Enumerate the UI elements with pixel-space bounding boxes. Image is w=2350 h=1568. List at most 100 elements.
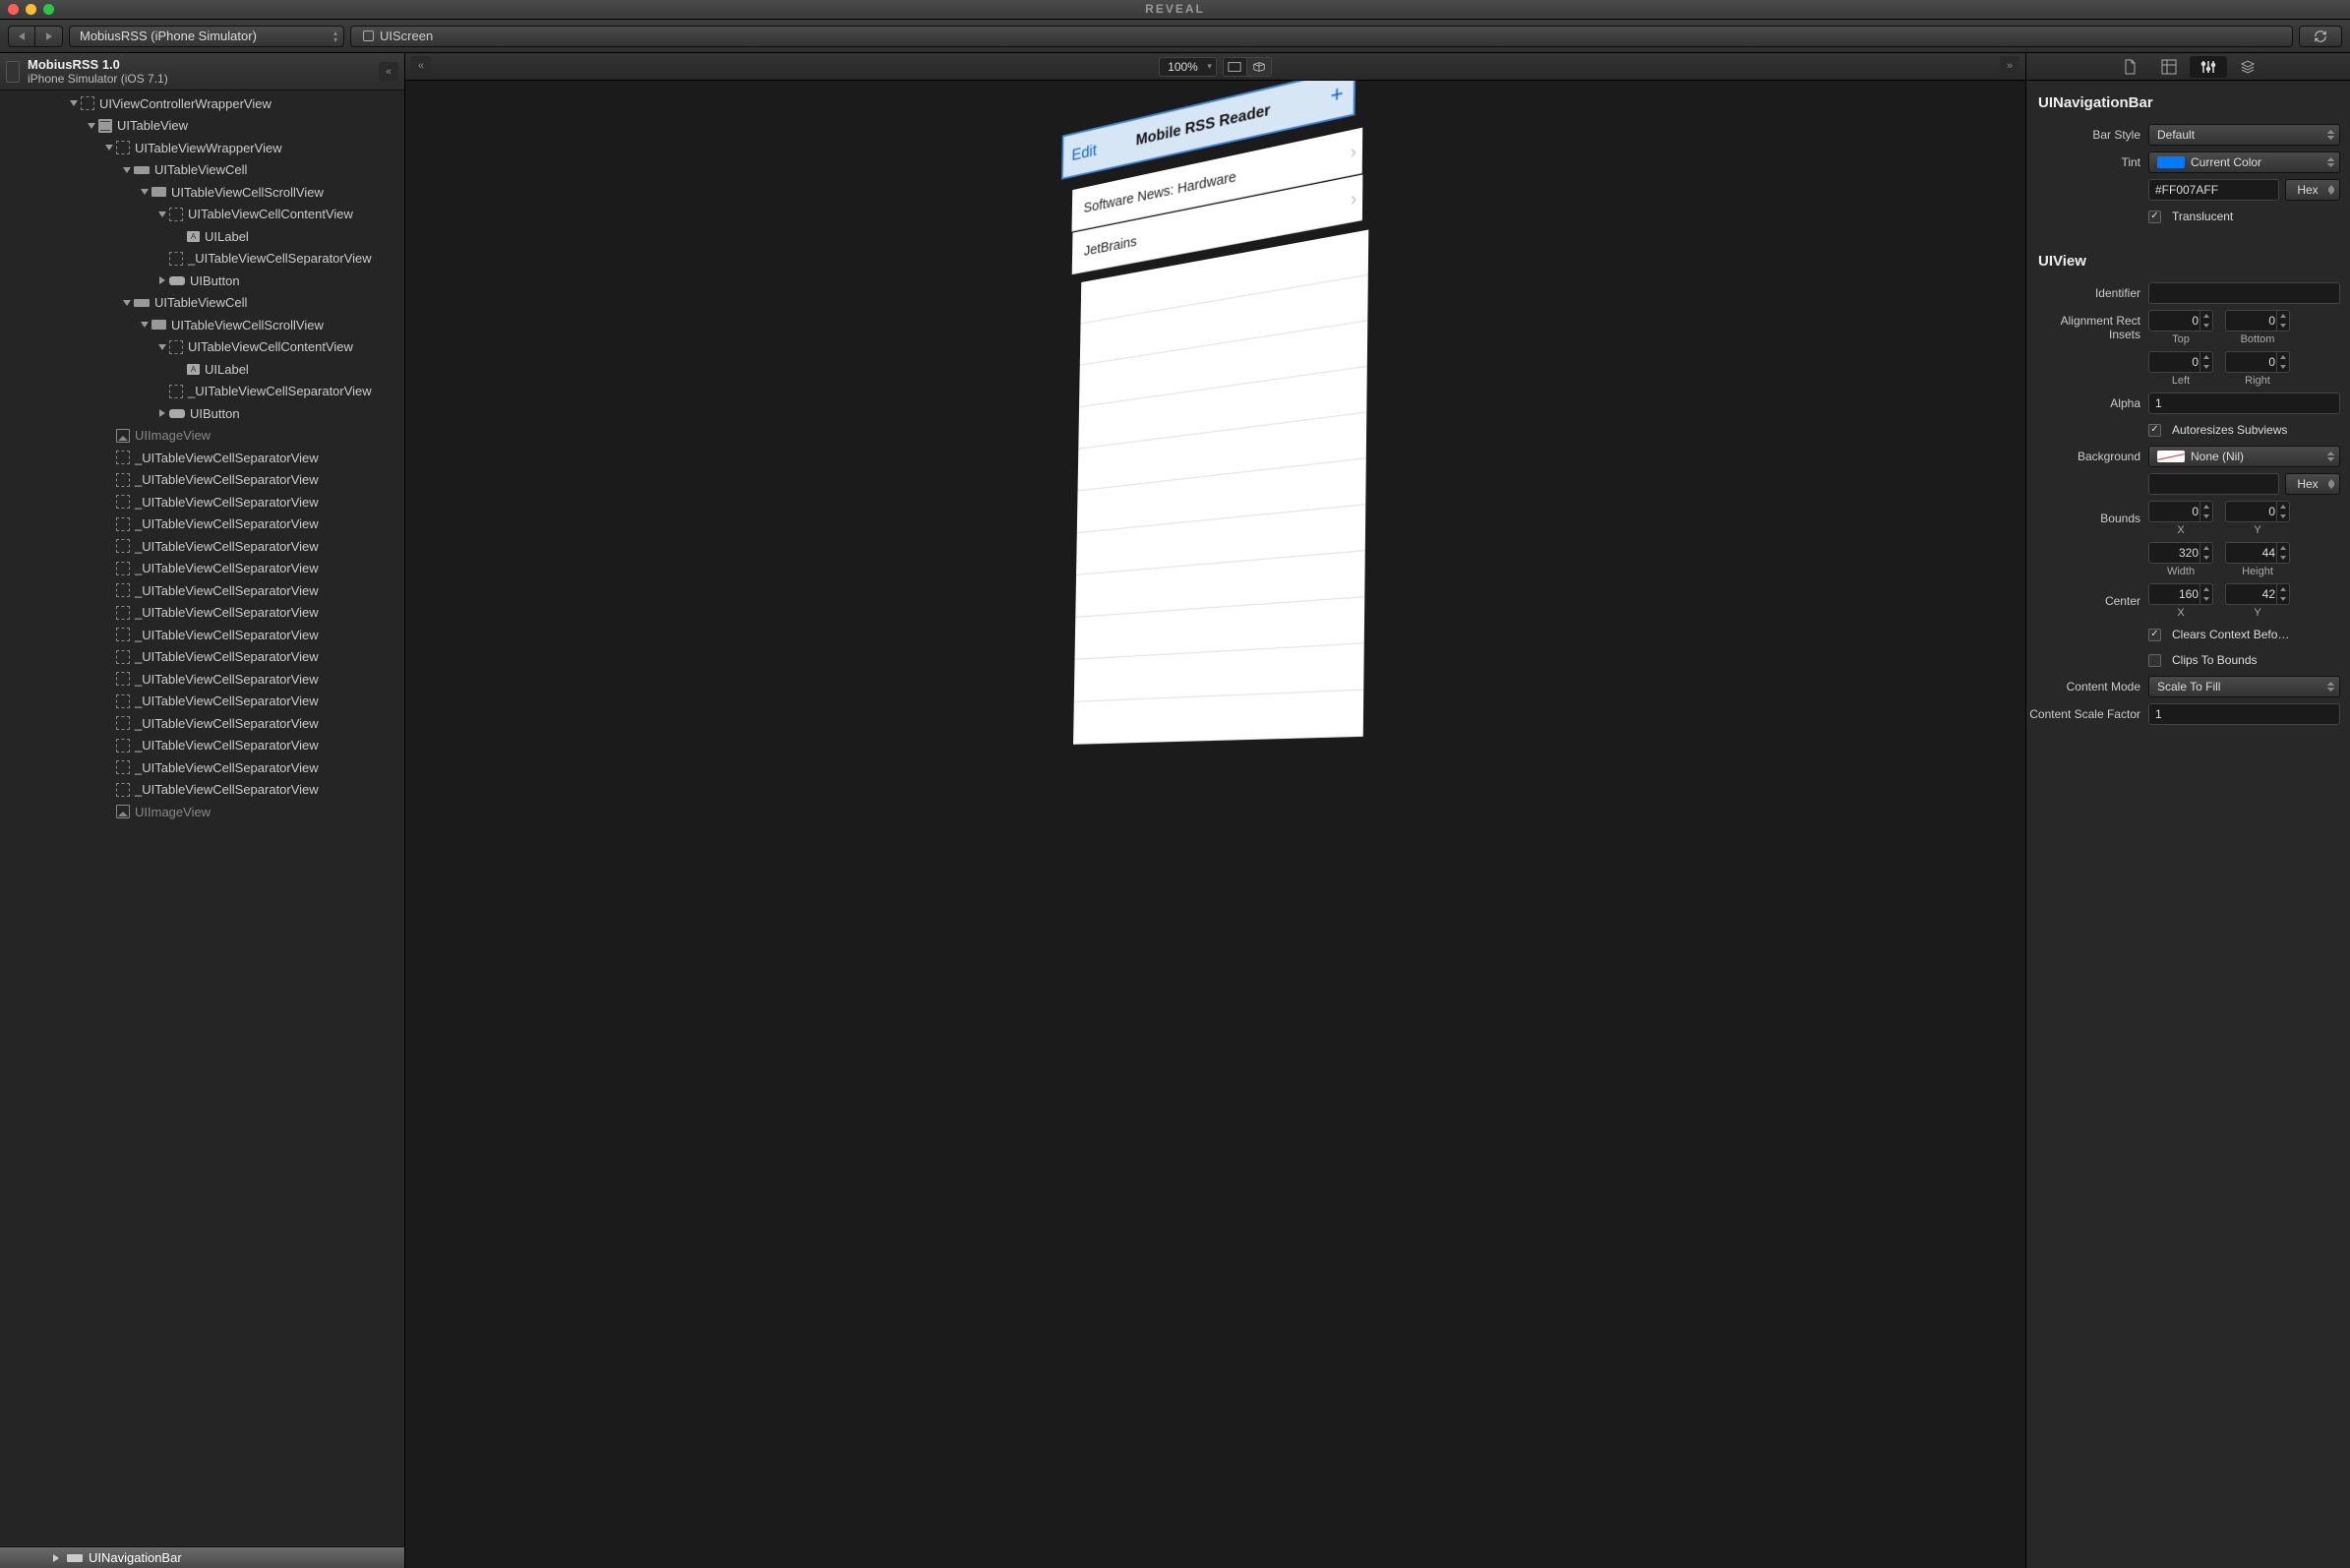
view-3d-button[interactable] <box>1247 58 1271 76</box>
tree-row[interactable]: UITableViewCellContentView <box>0 336 404 359</box>
zoom-window-button[interactable] <box>43 4 54 15</box>
tree-row[interactable]: UIViewControllerWrapperView <box>0 92 404 115</box>
tree-row[interactable]: AUILabel <box>0 225 404 248</box>
center-x-field[interactable]: 160 <box>2148 583 2213 605</box>
bar-style-select[interactable]: Default <box>2148 124 2340 146</box>
bounds-h-field[interactable]: 44 <box>2225 542 2290 564</box>
tree-row[interactable]: UITableViewCell <box>0 159 404 182</box>
tree-row[interactable]: UITableView <box>0 115 404 138</box>
disclosure-icon[interactable] <box>158 211 166 217</box>
stepper-icon[interactable] <box>2276 584 2289 604</box>
scale-factor-field[interactable]: 1 <box>2148 703 2340 725</box>
tree-row[interactable]: _UITableViewCellSeparatorView <box>0 535 404 558</box>
tree-row[interactable]: UIButton <box>0 402 404 425</box>
disclosure-icon[interactable] <box>105 145 113 151</box>
bounds-y-field[interactable]: 0 <box>2225 501 2290 522</box>
alpha-field[interactable]: 1 <box>2148 392 2340 414</box>
tree-row[interactable]: _UITableViewCellSeparatorView <box>0 691 404 713</box>
tree-row[interactable]: AUILabel <box>0 358 404 381</box>
inspector-tab-layout[interactable] <box>2150 56 2188 78</box>
tree-row[interactable]: UIImageView <box>0 801 404 823</box>
close-window-button[interactable] <box>8 4 19 15</box>
tree-row[interactable]: _UITableViewCellSeparatorView <box>0 491 404 513</box>
tree-row[interactable]: _UITableViewCellSeparatorView <box>0 735 404 757</box>
background-select[interactable]: None (Nil) <box>2148 446 2340 467</box>
inset-bottom-field[interactable]: 0 <box>2225 310 2290 332</box>
disclosure-icon[interactable] <box>70 100 78 106</box>
tree-row[interactable]: _UITableViewCellSeparatorView <box>0 602 404 625</box>
disclosure-icon[interactable] <box>123 167 131 173</box>
center-y-field[interactable]: 42 <box>2225 583 2290 605</box>
tint-select[interactable]: Current Color <box>2148 151 2340 173</box>
stepper-icon[interactable] <box>2199 311 2212 331</box>
disclosure-icon[interactable] <box>141 322 149 328</box>
tree-row[interactable]: _UITableViewCellSeparatorView <box>0 579 404 602</box>
expand-right-button[interactable]: » <box>2000 56 2019 76</box>
tree-row[interactable]: UIImageView <box>0 425 404 448</box>
stepper-icon[interactable] <box>2199 543 2212 563</box>
bounds-x-field[interactable]: 0 <box>2148 501 2213 522</box>
tree-row[interactable]: _UITableViewCellSeparatorView <box>0 558 404 580</box>
stepper-icon[interactable] <box>2199 502 2212 521</box>
hex-format-button[interactable]: Hex <box>2285 473 2340 495</box>
autoresize-checkbox[interactable] <box>2148 424 2161 437</box>
view-mode-toggle[interactable] <box>1223 57 1272 77</box>
tree-row[interactable]: UITableViewCellScrollView <box>0 314 404 336</box>
view-2d-button[interactable] <box>1224 58 1247 76</box>
nav-back-button[interactable] <box>8 26 35 47</box>
stepper-icon[interactable] <box>2276 502 2289 521</box>
tree-row[interactable]: _UITableViewCellSeparatorView <box>0 624 404 646</box>
inspector-tab-identity[interactable] <box>2111 56 2148 78</box>
tree-row[interactable]: UIButton <box>0 270 404 292</box>
tree-row[interactable]: UITableViewWrapperView <box>0 137 404 159</box>
tree-row[interactable]: _UITableViewCellSeparatorView <box>0 447 404 469</box>
inset-right-field[interactable]: 0 <box>2225 351 2290 373</box>
collapse-sidebar-button[interactable]: « <box>379 62 398 82</box>
minimize-window-button[interactable] <box>26 4 36 15</box>
breadcrumb-bar[interactable]: UIScreen <box>350 26 2293 47</box>
tree-row[interactable]: _UITableViewCellSeparatorView <box>0 513 404 536</box>
bounds-w-field[interactable]: 320 <box>2148 542 2213 564</box>
stepper-icon[interactable] <box>2199 584 2212 604</box>
tint-hex-field[interactable]: #FF007AFF <box>2148 179 2279 201</box>
clears-context-checkbox[interactable] <box>2148 629 2161 641</box>
refresh-button[interactable] <box>2299 26 2342 47</box>
disclosure-icon[interactable] <box>88 123 95 129</box>
inspector-tab-attributes[interactable] <box>2190 56 2227 78</box>
disclosure-icon[interactable] <box>141 189 149 195</box>
tree-row[interactable]: _UITableViewCellSeparatorView <box>0 712 404 735</box>
inset-left-field[interactable]: 0 <box>2148 351 2213 373</box>
tree-row[interactable]: _UITableViewCellSeparatorView <box>0 756 404 779</box>
identifier-field[interactable] <box>2148 282 2340 304</box>
disclosure-icon[interactable] <box>123 300 131 306</box>
tree-row[interactable]: _UITableViewCellSeparatorView <box>0 381 404 403</box>
translucent-checkbox[interactable] <box>2148 211 2161 223</box>
canvas-3d-view[interactable]: Edit Mobile RSS Reader + Software News: … <box>405 81 2025 1568</box>
inspector-body[interactable]: UINavigationBar Bar Style Default Tint C… <box>2026 81 2350 1568</box>
disclosure-icon[interactable] <box>159 409 165 417</box>
tree-row[interactable]: _UITableViewCellSeparatorView <box>0 779 404 802</box>
background-hex-field[interactable] <box>2148 473 2279 495</box>
stepper-icon[interactable] <box>2276 352 2289 372</box>
target-dropdown[interactable]: MobiusRSS (iPhone Simulator) ▴▾ <box>69 26 344 47</box>
stepper-icon[interactable] <box>2276 543 2289 563</box>
nav-forward-button[interactable] <box>35 26 63 47</box>
stepper-icon[interactable] <box>2276 311 2289 331</box>
hex-format-button[interactable]: Hex <box>2285 179 2340 201</box>
tree-row[interactable]: _UITableViewCellSeparatorView <box>0 248 404 271</box>
disclosure-icon[interactable] <box>158 344 166 350</box>
tree-row[interactable]: UITableViewCellScrollView <box>0 181 404 204</box>
tree-row[interactable]: UITableViewCellContentView <box>0 204 404 226</box>
stepper-icon[interactable] <box>2199 352 2212 372</box>
clips-bounds-checkbox[interactable] <box>2148 654 2161 667</box>
tree-row[interactable]: _UITableViewCellSeparatorView <box>0 469 404 492</box>
content-mode-select[interactable]: Scale To Fill <box>2148 676 2340 697</box>
zoom-dropdown[interactable]: 100% <box>1159 57 1217 77</box>
inspector-tab-layers[interactable] <box>2229 56 2266 78</box>
tree-row[interactable]: UITableViewCell <box>0 292 404 315</box>
inset-top-field[interactable]: 0 <box>2148 310 2213 332</box>
hierarchy-selected-row[interactable]: UINavigationBar <box>0 1546 404 1568</box>
view-hierarchy-tree[interactable]: UIViewControllerWrapperViewUITableViewUI… <box>0 90 404 1546</box>
disclosure-icon[interactable] <box>159 276 165 284</box>
tree-row[interactable]: _UITableViewCellSeparatorView <box>0 668 404 691</box>
